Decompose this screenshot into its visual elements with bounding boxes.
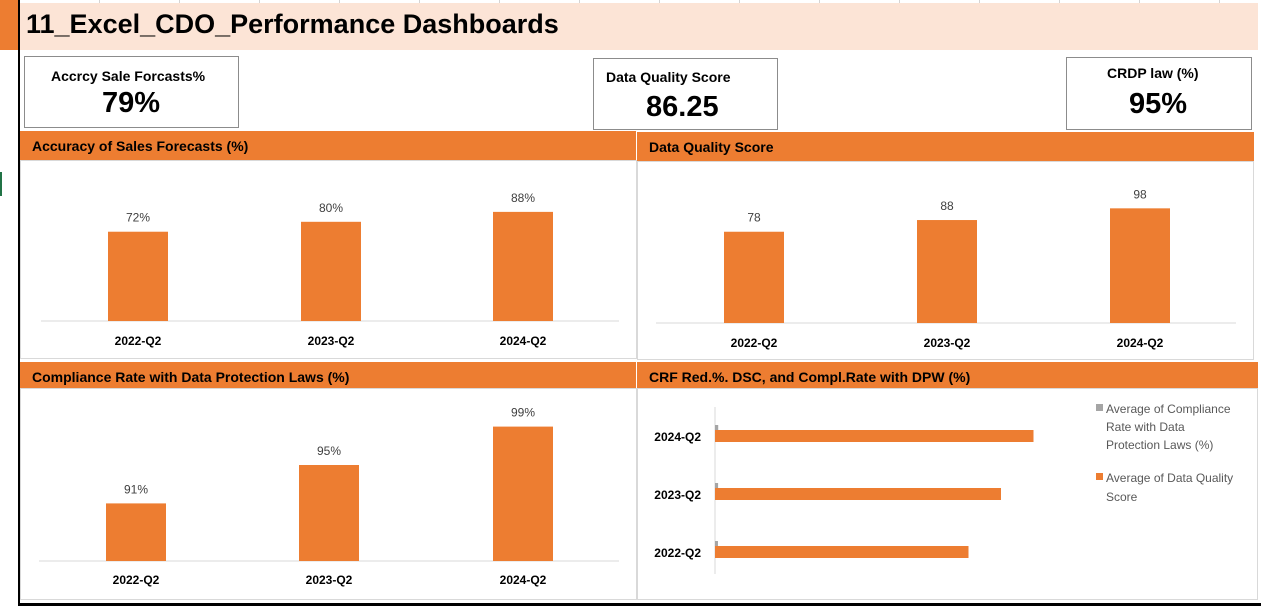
kpi-label: Accrcy Sale Forcasts% [51, 68, 206, 84]
kpi-card-crdp[interactable]: CRDP law (%) 95% [1066, 57, 1252, 130]
bar-compliance [715, 541, 718, 546]
category-label: 2022-Q2 [113, 573, 160, 587]
data-label: 88% [511, 191, 535, 205]
data-label: 88 [940, 199, 954, 213]
kpi-card-accuracy[interactable]: Accrcy Sale Forcasts% 79% [24, 56, 239, 128]
bar-compliance [715, 425, 719, 430]
chart-combined-panel[interactable]: 2024-Q2 2023-Q2 2022-Q2 Average of Complian… [637, 388, 1258, 600]
chart-title: Accuracy of Sales Forecasts (%) [32, 138, 249, 154]
legend-swatch [1096, 404, 1103, 411]
data-label: 91% [124, 482, 148, 496]
category-label: 2022-Q2 [115, 334, 162, 348]
chart-combined: 2024-Q2 2023-Q2 2022-Q2 Average of Complian… [654, 402, 1233, 574]
kpi-label: Data Quality Score [606, 69, 731, 85]
bar [724, 231, 784, 323]
chart-compliance: 91% 2022-Q2 95% 2023-Q2 99% 2024-Q2 [39, 406, 619, 587]
kpi-value: 95% [1129, 88, 1188, 120]
bar [493, 211, 553, 321]
category-label: 2023-Q2 [306, 573, 353, 587]
chart-header-accuracy: Accuracy of Sales Forecasts (%) [20, 131, 636, 160]
chart-header-quality: Data Quality Score [637, 132, 1254, 161]
chart-title: CRF Red.%. DSC, and Compl.Rate with DPW … [649, 369, 971, 385]
legend-label: Average of Compliance Rate with Data Prote… [1106, 402, 1231, 452]
data-label: 80% [319, 201, 343, 215]
bar [917, 220, 977, 323]
category-label: 2024-Q2 [500, 573, 547, 587]
bar [493, 426, 553, 561]
chart-header-combined: CRF Red.%. DSC, and Compl.Rate with DPW … [637, 362, 1258, 391]
chart-quality: 78 2022-Q2 88 2023-Q2 98 2024-Q2 [656, 187, 1236, 350]
bar-compliance [715, 483, 719, 488]
category-label: 2023-Q2 [924, 336, 971, 350]
kpi-card-quality[interactable]: Data Quality Score 86.25 [593, 58, 778, 130]
chart-compliance-panel[interactable]: 91% 2022-Q2 95% 2023-Q2 99% 2024-Q2 [20, 388, 637, 600]
kpi-value: 79% [102, 87, 161, 119]
data-label: 78 [747, 211, 761, 225]
data-label: 98 [1133, 187, 1147, 201]
bar [108, 231, 168, 321]
chart-header-compliance: Compliance Rate with Data Protection Law… [20, 362, 636, 391]
row-marker [0, 0, 18, 50]
legend-swatch [1096, 473, 1103, 480]
data-label: 72% [126, 211, 150, 225]
bar [106, 503, 166, 561]
bar [299, 465, 359, 561]
kpi-value: 86.25 [646, 91, 719, 123]
chart-title: Compliance Rate with Data Protection Law… [32, 369, 350, 385]
chart-quality-panel[interactable]: 78 2022-Q2 88 2023-Q2 98 2024-Q2 [637, 161, 1254, 360]
category-label: 2024-Q2 [1117, 336, 1164, 350]
chart-accuracy: 72% 2022-Q2 80% 2023-Q2 88% 2024-Q2 [41, 191, 619, 348]
dashboard-title: 11_Excel_CDO_Performance Dashboards [26, 9, 559, 39]
chart-accuracy-panel[interactable]: 72% 2022-Q2 80% 2023-Q2 88% 2024-Q2 [20, 160, 637, 359]
bar-quality [715, 430, 1034, 442]
category-label: 2024-Q2 [500, 334, 547, 348]
frame-border-bottom [18, 603, 1261, 606]
category-label: 2024-Q2 [654, 430, 701, 444]
category-label: 2022-Q2 [731, 336, 778, 350]
data-label: 99% [511, 406, 535, 420]
bar [301, 221, 361, 321]
bar-quality [715, 546, 969, 558]
selection-indicator [0, 172, 2, 196]
kpi-label: CRDP law (%) [1107, 65, 1199, 81]
category-label: 2023-Q2 [654, 488, 701, 502]
category-label: 2023-Q2 [308, 334, 355, 348]
legend-label: Average of Data Quality Score [1106, 471, 1233, 504]
chart-title: Data Quality Score [649, 139, 774, 155]
bar-quality [715, 488, 1001, 500]
row-header-gutter [0, 0, 18, 609]
bar [1110, 208, 1170, 323]
data-label: 95% [317, 444, 341, 458]
category-label: 2022-Q2 [654, 546, 701, 560]
